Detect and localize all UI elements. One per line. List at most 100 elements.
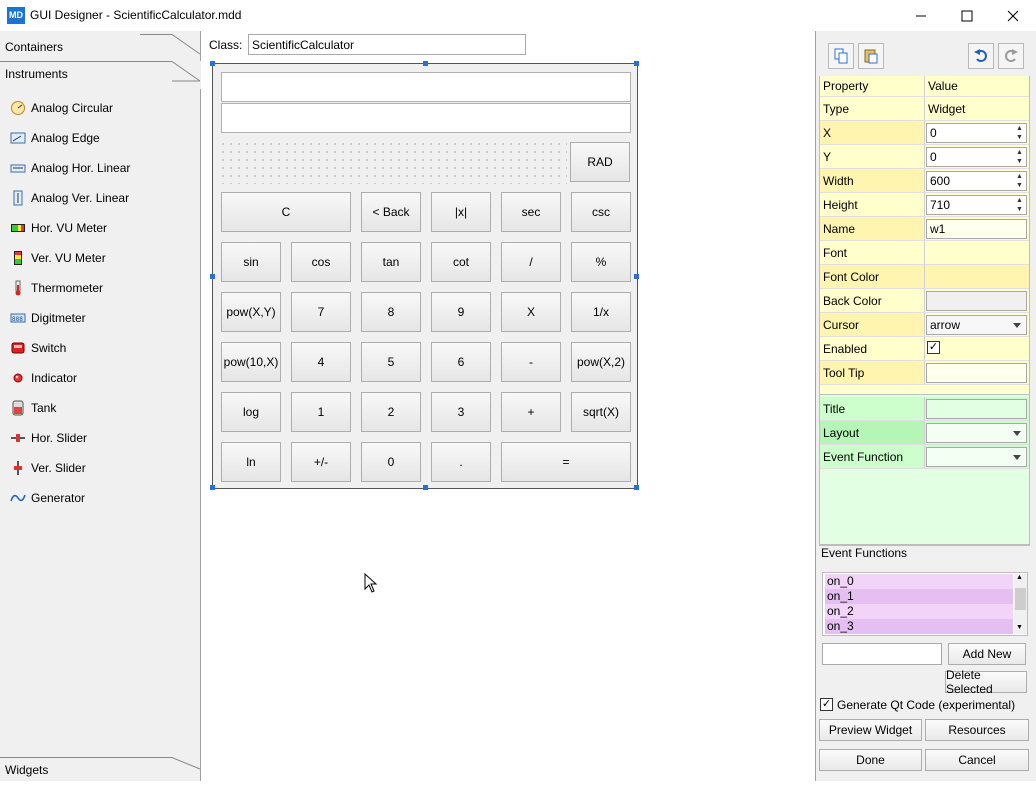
calc-key-button[interactable]: / — [501, 242, 561, 282]
paste-button[interactable] — [858, 43, 884, 69]
resize-handle[interactable] — [210, 61, 215, 66]
instrument-item[interactable]: Analog Edge — [10, 127, 100, 149]
calc-key-button[interactable]: sec — [501, 192, 561, 232]
scroll-up-icon[interactable]: ▲ — [1016, 574, 1023, 581]
tab-containers[interactable]: Containers — [0, 34, 201, 62]
calc-key-button[interactable]: 7 — [291, 292, 351, 332]
new-event-function-input[interactable] — [822, 643, 942, 665]
instrument-item[interactable]: Ver. VU Meter — [10, 247, 106, 269]
undo-button[interactable] — [968, 43, 994, 69]
width-spinbox[interactable]: 600 ▲ ▼ — [926, 171, 1027, 191]
spin-arrows-icon[interactable]: ▲ ▼ — [1014, 124, 1025, 142]
calc-key-button[interactable]: X — [501, 292, 561, 332]
instrument-item[interactable]: Hor. Slider — [10, 427, 87, 449]
scrollbar-thumb[interactable] — [1015, 588, 1026, 610]
y-spinbox[interactable]: 0 ▲ ▼ — [926, 147, 1027, 167]
instrument-item[interactable]: Generator — [10, 487, 85, 509]
calc-key-button[interactable]: 8 — [361, 292, 421, 332]
font-color-value[interactable] — [925, 265, 1029, 289]
event-function-dropdown[interactable] — [926, 447, 1027, 467]
height-spinbox[interactable]: 710 ▲ ▼ — [926, 195, 1027, 215]
instrument-item[interactable]: Switch — [10, 337, 66, 359]
calc-key-button[interactable]: pow(X,2) — [571, 342, 631, 382]
calc-key-button[interactable]: tan — [361, 242, 421, 282]
back-color-button[interactable] — [926, 291, 1027, 311]
redo-button[interactable] — [998, 43, 1024, 69]
calc-key-button[interactable]: 4 — [291, 342, 351, 382]
spin-arrows-icon[interactable]: ▲ ▼ — [1014, 196, 1025, 214]
calc-key-button[interactable]: - — [501, 342, 561, 382]
instrument-item[interactable]: Tank — [10, 397, 56, 419]
resize-handle[interactable] — [210, 485, 215, 490]
instrument-item[interactable]: Analog Circular — [10, 97, 113, 119]
calc-key-button[interactable]: 9 — [431, 292, 491, 332]
instrument-item[interactable]: 888 Digitmeter — [10, 307, 86, 329]
scroll-down-icon[interactable]: ▼ — [1016, 624, 1023, 631]
layout-dropdown[interactable] — [926, 423, 1027, 443]
calc-key-button[interactable]: 2 — [361, 392, 421, 432]
generate-qt-checkbox[interactable]: ✓ — [820, 698, 833, 711]
resize-handle[interactable] — [634, 61, 639, 66]
font-value[interactable] — [925, 241, 1029, 265]
calc-key-button[interactable]: 3 — [431, 392, 491, 432]
calc-key-button[interactable]: 0 — [361, 442, 421, 482]
cancel-button[interactable]: Cancel — [925, 749, 1029, 771]
tab-instruments[interactable]: Instruments — [0, 61, 201, 89]
name-input[interactable]: w1 — [926, 219, 1027, 239]
add-new-button[interactable]: Add New — [948, 643, 1026, 665]
instrument-item[interactable]: Analog Ver. Linear — [10, 187, 129, 209]
calc-key-button[interactable]: ln — [221, 442, 281, 482]
resize-handle[interactable] — [634, 274, 639, 279]
resize-handle[interactable] — [423, 485, 428, 490]
resize-handle[interactable] — [423, 61, 428, 66]
calc-key-button[interactable]: sqrt(X) — [571, 392, 631, 432]
calc-key-button[interactable]: 6 — [431, 342, 491, 382]
calc-key-button[interactable]: < Back — [361, 192, 421, 232]
calc-key-button[interactable]: cot — [431, 242, 491, 282]
list-item[interactable]: on_3 — [825, 619, 1013, 634]
calc-key-button[interactable]: pow(10,X) — [221, 342, 281, 382]
instrument-item[interactable]: Analog Hor. Linear — [10, 157, 130, 179]
calc-key-button[interactable]: 1/x — [571, 292, 631, 332]
calc-key-button[interactable]: pow(X,Y) — [221, 292, 281, 332]
calc-key-button[interactable]: 5 — [361, 342, 421, 382]
x-spinbox[interactable]: 0 ▲ ▼ — [926, 123, 1027, 143]
result-display[interactable] — [221, 103, 631, 133]
calculator-widget[interactable]: RAD C < Back |x| sec csc sin cos tan cot /% pow(X,… — [210, 61, 639, 490]
event-functions-list[interactable]: on_0 on_1 on_2 on_3 ▲ ▼ — [822, 572, 1028, 636]
delete-selected-button[interactable]: Delete Selected — [945, 668, 1027, 696]
resize-handle[interactable] — [210, 274, 215, 279]
list-item[interactable]: on_0 — [825, 574, 1013, 589]
calc-key-button[interactable]: % — [571, 242, 631, 282]
maximize-button[interactable] — [944, 0, 990, 31]
calc-key-button[interactable]: |x| — [431, 192, 491, 232]
title-input[interactable] — [926, 399, 1027, 419]
minimize-button[interactable] — [898, 0, 944, 31]
calc-key-button[interactable]: log — [221, 392, 281, 432]
enabled-checkbox[interactable]: ✓ — [927, 341, 940, 354]
list-item[interactable]: on_1 — [825, 589, 1013, 604]
instrument-item[interactable]: Indicator — [10, 367, 77, 389]
tool-tip-input[interactable] — [926, 363, 1027, 383]
rad-button[interactable]: RAD — [570, 142, 630, 182]
calc-key-button[interactable]: . — [431, 442, 491, 482]
class-name-input[interactable]: ScientificCalculator — [248, 34, 526, 55]
list-item[interactable]: on_2 — [825, 604, 1013, 619]
spin-arrows-icon[interactable]: ▲ ▼ — [1014, 172, 1025, 190]
calc-key-button[interactable]: +/- — [291, 442, 351, 482]
instrument-item[interactable]: Thermometer — [10, 277, 103, 299]
expression-display[interactable] — [221, 72, 631, 102]
calc-key-button[interactable]: + — [501, 392, 561, 432]
close-button[interactable] — [990, 0, 1036, 31]
calc-key-button[interactable]: C — [221, 192, 351, 232]
calc-key-button[interactable]: sin — [221, 242, 281, 282]
cursor-dropdown[interactable]: arrow — [926, 315, 1027, 335]
preview-widget-button[interactable]: Preview Widget — [819, 719, 922, 741]
instrument-item[interactable]: Hor. VU Meter — [10, 217, 107, 239]
calc-key-button[interactable]: = — [501, 442, 631, 482]
spin-arrows-icon[interactable]: ▲ ▼ — [1014, 148, 1025, 166]
resize-handle[interactable] — [634, 485, 639, 490]
list-scrollbar[interactable]: ▲ ▼ — [1014, 574, 1027, 634]
calc-key-button[interactable]: cos — [291, 242, 351, 282]
copy-button[interactable] — [828, 43, 854, 69]
